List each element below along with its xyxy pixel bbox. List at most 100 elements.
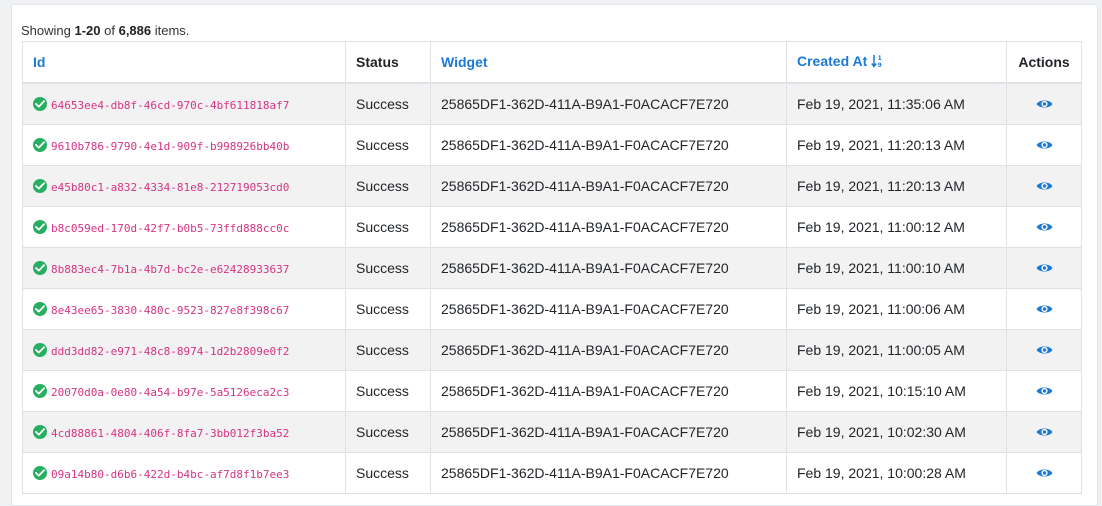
cell-status: Success: [345, 206, 431, 248]
table-row[interactable]: 8e43ee65-3830-480c-9523-827e8f398c67 Succ…: [22, 288, 1082, 330]
cell-status: Success: [345, 124, 431, 166]
widget-text: 25865DF1-362D-411A-B9A1-F0ACACF7E720: [441, 301, 729, 317]
created-at-text: Feb 19, 2021, 10:15:10 AM: [797, 383, 966, 399]
check-circle-icon: [33, 466, 47, 481]
cell-actions: [1006, 82, 1082, 125]
created-at-text: Feb 19, 2021, 10:00:28 AM: [797, 465, 966, 481]
cell-widget: 25865DF1-362D-411A-B9A1-F0ACACF7E720: [430, 82, 787, 125]
column-header-status-label: Status: [356, 54, 399, 70]
cell-actions: [1006, 124, 1082, 166]
table-row[interactable]: 09a14b80-d6b6-422d-b4bc-af7d8f1b7ee3 Succ…: [22, 452, 1082, 494]
eye-icon[interactable]: [1036, 425, 1053, 441]
eye-icon[interactable]: [1036, 343, 1053, 359]
check-circle-icon: [33, 425, 47, 440]
cell-id: 8b883ec4-7b1a-4b7d-bc2e-e62428933637: [22, 247, 346, 289]
record-id-link[interactable]: ddd3dd82-e971-48c8-8974-1d2b2809e0f2: [51, 345, 289, 358]
created-at-text: Feb 19, 2021, 11:00:10 AM: [797, 260, 965, 276]
summary-total: 6,886: [118, 23, 152, 38]
cell-status: Success: [345, 370, 431, 412]
cell-id: e45b80c1-a832-4334-81e8-212719053cd0: [22, 165, 346, 207]
record-id-link[interactable]: b8c059ed-170d-42f7-b0b5-73ffd888cc0c: [51, 222, 289, 235]
status-text: Success: [356, 96, 409, 112]
cell-created-at: Feb 19, 2021, 11:20:13 AM: [786, 124, 1007, 166]
svg-text:9: 9: [878, 62, 882, 68]
column-header-actions: Actions: [1006, 41, 1082, 84]
column-header-widget[interactable]: Widget: [430, 41, 787, 84]
check-circle-icon: [33, 302, 47, 317]
cell-id: 64653ee4-db8f-46cd-970c-4bf611818af7: [22, 82, 346, 125]
cell-id: 09a14b80-d6b6-422d-b4bc-af7d8f1b7ee3: [22, 452, 346, 494]
column-header-created-at[interactable]: Created At 1 9: [786, 41, 1007, 84]
column-header-widget-label: Widget: [441, 54, 488, 70]
status-text: Success: [356, 260, 409, 276]
cell-created-at: Feb 19, 2021, 11:35:06 AM: [786, 82, 1007, 125]
record-id-link[interactable]: 8b883ec4-7b1a-4b7d-bc2e-e62428933637: [51, 263, 289, 276]
table-row[interactable]: 9610b786-9790-4e1d-909f-b998926bb40b Succ…: [22, 124, 1082, 166]
results-table: Id Status Widget Created At 1 9 Actions 64…: [22, 41, 1082, 494]
svg-text:1: 1: [878, 55, 882, 62]
check-circle-icon: [33, 179, 47, 194]
record-id-link[interactable]: 4cd88861-4804-406f-8fa7-3bb012f3ba52: [51, 427, 289, 440]
table-row[interactable]: b8c059ed-170d-42f7-b0b5-73ffd888cc0c Succ…: [22, 206, 1082, 248]
cell-status: Success: [345, 247, 431, 289]
eye-icon[interactable]: [1036, 384, 1053, 400]
cell-status: Success: [345, 452, 431, 494]
table-body: 64653ee4-db8f-46cd-970c-4bf611818af7 Succ…: [22, 82, 1082, 494]
record-id-link[interactable]: 64653ee4-db8f-46cd-970c-4bf611818af7: [51, 99, 289, 112]
check-circle-icon: [33, 138, 47, 153]
cell-actions: [1006, 452, 1082, 494]
status-text: Success: [356, 178, 409, 194]
column-header-created-at-label: Created At: [797, 53, 868, 70]
cell-status: Success: [345, 411, 431, 453]
widget-text: 25865DF1-362D-411A-B9A1-F0ACACF7E720: [441, 219, 729, 235]
status-text: Success: [356, 219, 409, 235]
cell-actions: [1006, 329, 1082, 371]
record-id-link[interactable]: 20070d0a-0e80-4a54-b97e-5a5126eca2c3: [51, 386, 289, 399]
cell-created-at: Feb 19, 2021, 11:00:10 AM: [786, 247, 1007, 289]
created-at-text: Feb 19, 2021, 11:00:06 AM: [797, 301, 965, 317]
status-text: Success: [356, 465, 409, 481]
eye-icon[interactable]: [1036, 97, 1053, 113]
cell-id: b8c059ed-170d-42f7-b0b5-73ffd888cc0c: [22, 206, 346, 248]
cell-actions: [1006, 411, 1082, 453]
cell-status: Success: [345, 165, 431, 207]
column-header-status: Status: [345, 41, 431, 84]
sort-numeric-down-icon[interactable]: 19: [871, 54, 883, 71]
eye-icon[interactable]: [1036, 302, 1053, 318]
cell-actions: [1006, 206, 1082, 248]
cell-widget: 25865DF1-362D-411A-B9A1-F0ACACF7E720: [430, 124, 787, 166]
summary-range: 1-20: [74, 23, 101, 38]
table-row[interactable]: 64653ee4-db8f-46cd-970c-4bf611818af7 Succ…: [22, 82, 1082, 125]
summary-prefix: Showing: [21, 23, 75, 38]
eye-icon[interactable]: [1036, 179, 1053, 195]
table-row[interactable]: ddd3dd82-e971-48c8-8974-1d2b2809e0f2 Succ…: [22, 329, 1082, 371]
status-text: Success: [356, 137, 409, 153]
eye-icon[interactable]: [1036, 138, 1053, 154]
eye-icon[interactable]: [1036, 220, 1053, 236]
cell-widget: 25865DF1-362D-411A-B9A1-F0ACACF7E720: [430, 411, 787, 453]
cell-status: Success: [345, 329, 431, 371]
cell-actions: [1006, 288, 1082, 330]
record-id-link[interactable]: e45b80c1-a832-4334-81e8-212719053cd0: [51, 181, 289, 194]
created-at-text: Feb 19, 2021, 11:20:13 AM: [797, 137, 965, 153]
column-header-id[interactable]: Id: [22, 41, 346, 84]
table-row[interactable]: 20070d0a-0e80-4a54-b97e-5a5126eca2c3 Succ…: [22, 370, 1082, 412]
table-row[interactable]: e45b80c1-a832-4334-81e8-212719053cd0 Succ…: [22, 165, 1082, 207]
summary-suffix: items.: [151, 23, 190, 38]
table-row[interactable]: 8b883ec4-7b1a-4b7d-bc2e-e62428933637 Succ…: [22, 247, 1082, 289]
record-id-link[interactable]: 8e43ee65-3830-480c-9523-827e8f398c67: [51, 304, 289, 317]
widget-text: 25865DF1-362D-411A-B9A1-F0ACACF7E720: [441, 178, 729, 194]
record-id-link[interactable]: 09a14b80-d6b6-422d-b4bc-af7d8f1b7ee3: [51, 468, 289, 481]
status-text: Success: [356, 301, 409, 317]
eye-icon[interactable]: [1036, 261, 1053, 277]
status-text: Success: [356, 383, 409, 399]
cell-created-at: Feb 19, 2021, 10:02:30 AM: [786, 411, 1007, 453]
cell-widget: 25865DF1-362D-411A-B9A1-F0ACACF7E720: [430, 206, 787, 248]
table-row[interactable]: 4cd88861-4804-406f-8fa7-3bb012f3ba52 Succ…: [22, 411, 1082, 453]
cell-id: ddd3dd82-e971-48c8-8974-1d2b2809e0f2: [22, 329, 346, 371]
record-id-link[interactable]: 9610b786-9790-4e1d-909f-b998926bb40b: [51, 140, 289, 153]
cell-created-at: Feb 19, 2021, 10:15:10 AM: [786, 370, 1007, 412]
eye-icon[interactable]: [1036, 466, 1053, 482]
cell-actions: [1006, 370, 1082, 412]
check-circle-icon: [33, 97, 47, 112]
